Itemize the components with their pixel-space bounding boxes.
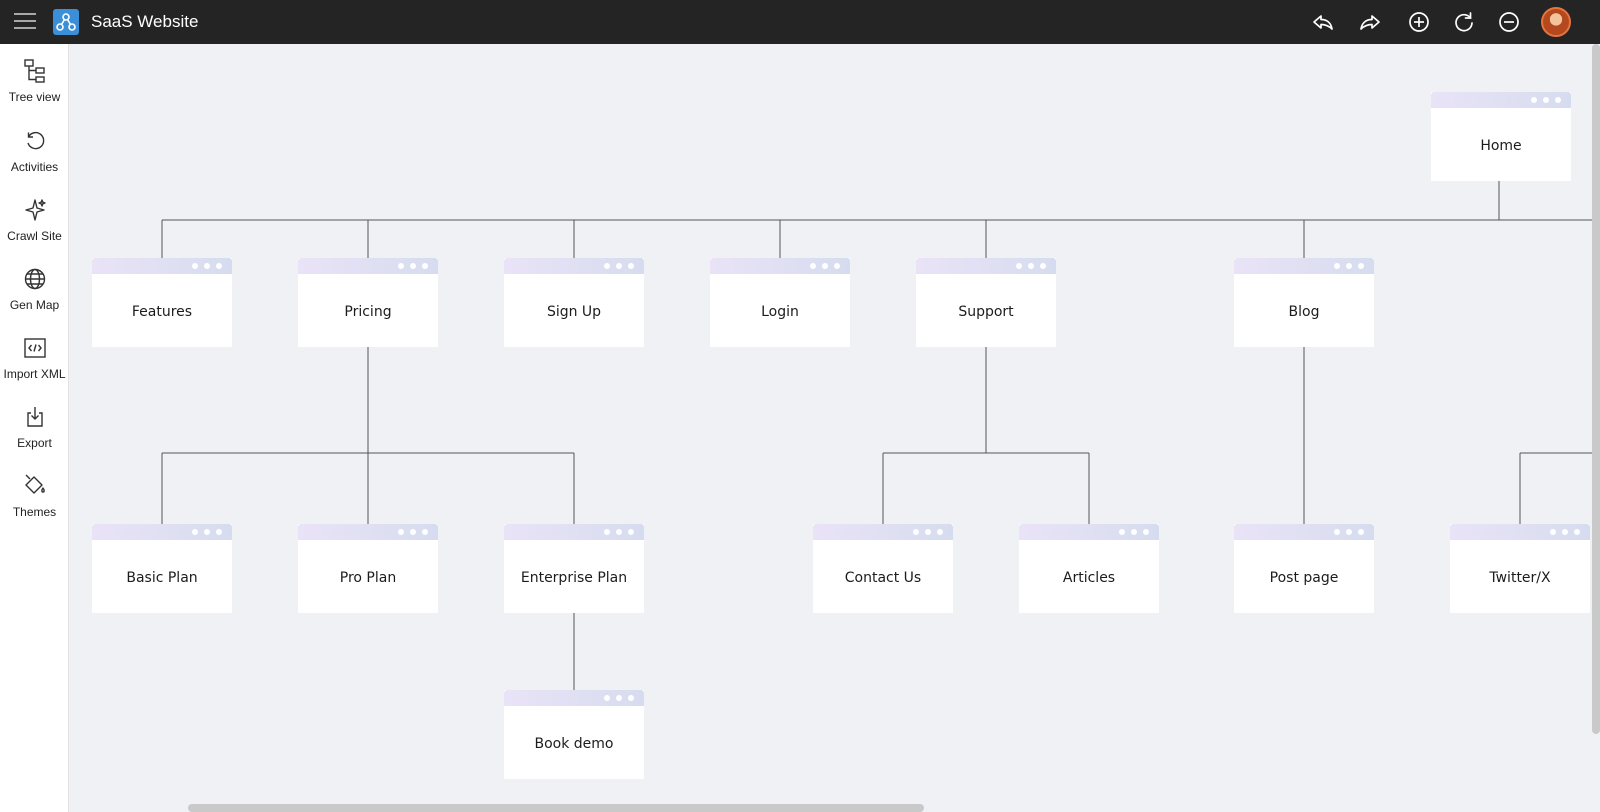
node-label: Contact Us <box>844 570 922 586</box>
sitemap-canvas[interactable]: Home Features Pricing Sign Up Login Supp… <box>69 44 1600 812</box>
page-node-post-page[interactable]: Post page <box>1234 524 1374 613</box>
more-options-icon[interactable] <box>192 529 222 535</box>
download-icon <box>26 407 43 427</box>
app-logo-icon <box>53 9 79 35</box>
node-header <box>92 524 232 540</box>
node-header <box>92 258 232 274</box>
page-node-contact-us[interactable]: Contact Us <box>813 524 953 613</box>
page-node-support[interactable]: Support <box>916 258 1056 347</box>
page-node-enterprise-plan[interactable]: Enterprise Plan <box>504 524 644 613</box>
page-node-articles[interactable]: Articles <box>1019 524 1159 613</box>
sidebar-item-label: Activities <box>10 160 59 174</box>
more-options-icon[interactable] <box>1550 529 1580 535</box>
node-header <box>1234 524 1374 540</box>
app-title: SaaS Website <box>91 12 199 31</box>
node-label: Login <box>761 304 799 320</box>
page-node-twitter-x[interactable]: Twitter/X <box>1450 524 1590 613</box>
node-label: Home <box>1480 138 1522 154</box>
redo-icon[interactable] <box>1357 9 1383 35</box>
sparkle-icon <box>24 199 46 221</box>
node-label: Enterprise Plan <box>520 570 628 586</box>
node-label: Book demo <box>534 736 614 752</box>
more-options-icon[interactable] <box>1016 263 1046 269</box>
node-header <box>504 258 644 274</box>
node-label: Basic Plan <box>126 570 198 586</box>
node-header <box>298 524 438 540</box>
tree-view-icon <box>23 59 45 83</box>
page-node-login[interactable]: Login <box>710 258 850 347</box>
node-header <box>1431 92 1571 108</box>
node-header <box>813 524 953 540</box>
horizontal-scrollbar[interactable] <box>188 804 924 812</box>
sidebar-item-label: Import XML <box>3 367 66 381</box>
vertical-scrollbar[interactable] <box>1592 44 1600 734</box>
node-label: Features <box>131 304 193 320</box>
node-label: Sign Up <box>546 304 602 320</box>
more-options-icon[interactable] <box>810 263 840 269</box>
remove-icon[interactable] <box>1496 9 1522 35</box>
node-label: Pro Plan <box>339 570 397 586</box>
node-header <box>916 258 1056 274</box>
avatar[interactable] <box>1541 7 1571 37</box>
sidebar-item-label: Tree view <box>8 90 61 104</box>
more-options-icon[interactable] <box>1119 529 1149 535</box>
page-node-blog[interactable]: Blog <box>1234 258 1374 347</box>
page-node-book-demo[interactable]: Book demo <box>504 690 644 779</box>
node-header <box>1019 524 1159 540</box>
node-header <box>298 258 438 274</box>
node-header <box>710 258 850 274</box>
more-options-icon[interactable] <box>604 529 634 535</box>
node-header <box>1234 258 1374 274</box>
node-header <box>1450 524 1590 540</box>
node-label: Support <box>958 304 1014 320</box>
page-node-pricing[interactable]: Pricing <box>298 258 438 347</box>
more-options-icon[interactable] <box>913 529 943 535</box>
menu-icon[interactable] <box>14 13 36 31</box>
sidebar-item-crawl-site[interactable]: Crawl Site <box>0 197 69 257</box>
sidebar-item-themes[interactable]: Themes <box>0 473 69 533</box>
page-node-features[interactable]: Features <box>92 258 232 347</box>
page-node-pro-plan[interactable]: Pro Plan <box>298 524 438 613</box>
node-header <box>504 524 644 540</box>
node-label: Blog <box>1288 304 1320 320</box>
sidebar-item-label: Themes <box>12 505 57 519</box>
node-label: Articles <box>1062 570 1116 586</box>
more-options-icon[interactable] <box>604 263 634 269</box>
sidebar-item-label: Export <box>17 436 52 450</box>
node-header <box>504 690 644 706</box>
connector-lines <box>161 181 1600 692</box>
history-icon <box>26 131 44 150</box>
more-options-icon[interactable] <box>604 695 634 701</box>
paint-bucket-icon <box>24 474 45 494</box>
node-label: Pricing <box>344 304 392 320</box>
sidebar-item-activities[interactable]: Activities <box>0 128 69 188</box>
sidebar-item-export[interactable]: Export <box>0 404 69 464</box>
undo-icon[interactable] <box>1310 9 1336 35</box>
sidebar-item-label: Crawl Site <box>7 229 62 243</box>
page-node-home[interactable]: Home <box>1431 92 1571 181</box>
code-icon <box>23 338 46 358</box>
more-options-icon[interactable] <box>192 263 222 269</box>
sidebar: Tree view Activities Crawl Site Gen Map … <box>0 44 69 812</box>
node-label: Twitter/X <box>1489 570 1551 586</box>
more-options-icon[interactable] <box>1334 529 1364 535</box>
page-node-basic-plan[interactable]: Basic Plan <box>92 524 232 613</box>
add-icon[interactable] <box>1406 9 1432 35</box>
more-options-icon[interactable] <box>1334 263 1364 269</box>
more-options-icon[interactable] <box>398 529 428 535</box>
refresh-icon[interactable] <box>1451 9 1477 35</box>
sidebar-item-label: Gen Map <box>9 298 60 312</box>
sidebar-item-gen-map[interactable]: Gen Map <box>0 266 69 326</box>
globe-icon <box>24 268 45 290</box>
sidebar-item-tree-view[interactable]: Tree view <box>0 58 69 118</box>
more-options-icon[interactable] <box>1531 97 1561 103</box>
sidebar-item-import-xml[interactable]: Import XML <box>0 335 69 395</box>
node-label: Post page <box>1269 570 1339 586</box>
page-node-sign-up[interactable]: Sign Up <box>504 258 644 347</box>
top-bar: SaaS Website <box>0 0 1600 44</box>
more-options-icon[interactable] <box>398 263 428 269</box>
